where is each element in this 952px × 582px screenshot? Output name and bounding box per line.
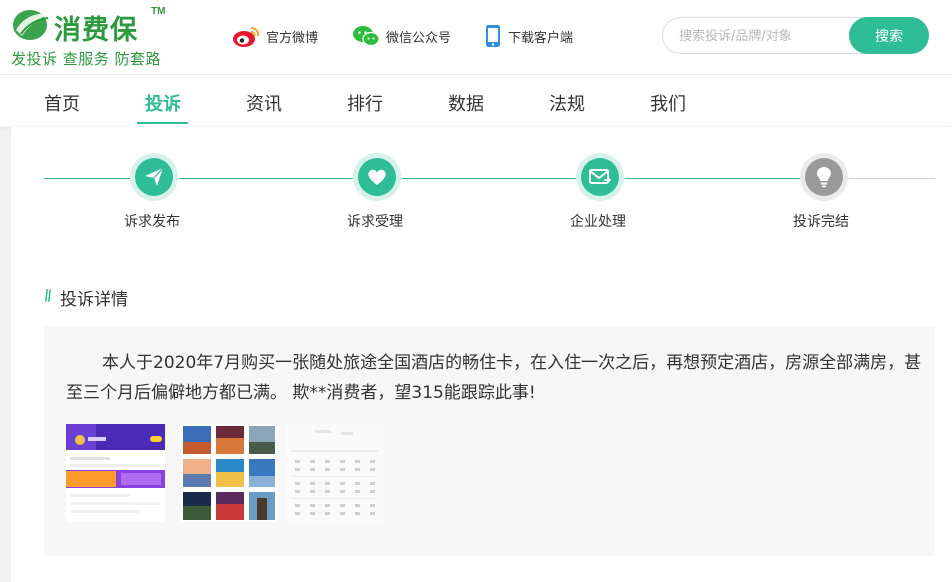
logo-leaf-icon	[13, 10, 50, 40]
complaint-text: 本人于2020年7月购买一张随处旅途全国酒店的畅住卡，在入住一次之后，再想预定酒…	[66, 353, 922, 403]
nav-item-data[interactable]: 数据	[448, 90, 484, 116]
attachment-image-3[interactable]	[285, 424, 384, 522]
attachment-image-1[interactable]	[66, 424, 165, 522]
weibo-link[interactable]: 官方微博	[232, 22, 318, 50]
logo-slogan: 发投诉 查服务 防套路	[11, 50, 162, 68]
site-logo[interactable]: 消费保 TM 发投诉 查服务 防套路	[10, 4, 180, 70]
wechat-link-label: 微信公众号	[386, 30, 452, 46]
paper-plane-icon	[145, 167, 164, 186]
lightbulb-icon	[817, 167, 831, 188]
search-box: 搜索	[662, 17, 929, 54]
step-handling	[576, 153, 624, 201]
step-label: 诉求发布	[124, 214, 180, 230]
complaint-detail-panel: 本人于2020年7月购买一张随处旅途全国酒店的畅住卡，在入住一次之后，再想预定酒…	[44, 326, 935, 556]
envelope-icon	[589, 169, 611, 184]
section-title-marker	[45, 289, 51, 302]
section-title: 投诉详情	[60, 290, 128, 310]
nav-active-indicator	[137, 122, 188, 124]
wechat-icon	[353, 26, 380, 47]
page-side-background	[0, 127, 10, 582]
download-app-label: 下载客户端	[508, 30, 574, 46]
step-connector	[44, 178, 130, 179]
nav-item-about-us[interactable]: 我们	[650, 90, 686, 116]
search-input[interactable]	[679, 26, 839, 46]
search-button[interactable]: 搜索	[849, 17, 929, 54]
step-connector	[625, 178, 800, 179]
wechat-link[interactable]: 微信公众号	[352, 22, 451, 50]
attachment-image-3-content	[285, 424, 384, 522]
nav-item-news[interactable]: 资讯	[246, 90, 282, 116]
step-submit	[130, 153, 178, 201]
heart-icon	[368, 169, 386, 185]
step-complete	[800, 153, 848, 201]
logo-trademark: TM	[151, 6, 166, 17]
nav-item-home[interactable]: 首页	[44, 90, 80, 116]
weibo-link-label: 官方微博	[266, 30, 319, 46]
step-label: 诉求受理	[347, 214, 403, 230]
nav-item-complaints[interactable]: 投诉	[145, 90, 181, 116]
nav-item-ranking[interactable]: 排行	[347, 90, 383, 116]
attachment-image-1-content	[66, 424, 165, 522]
phone-icon	[486, 25, 500, 47]
download-app-link[interactable]: 下载客户端	[484, 22, 573, 50]
site-header: 消费保 TM 发投诉 查服务 防套路 官方微博 微信公众号 下载客户端 搜索投诉…	[0, 0, 952, 75]
step-label: 企业处理	[570, 214, 626, 230]
step-connector	[179, 178, 354, 179]
step-connector	[849, 178, 935, 179]
weibo-icon	[233, 27, 260, 47]
nav-item-laws[interactable]: 法规	[549, 90, 585, 116]
attachment-image-2[interactable]	[181, 424, 277, 522]
step-accept	[353, 153, 401, 201]
step-connector	[402, 178, 577, 179]
logo-name: 消费保	[54, 15, 138, 46]
step-label: 投诉完结	[793, 214, 849, 230]
main-nav: 首页 投诉 资讯 排行 数据 法规 我们	[0, 76, 952, 126]
attachment-image-2-content	[181, 424, 277, 522]
